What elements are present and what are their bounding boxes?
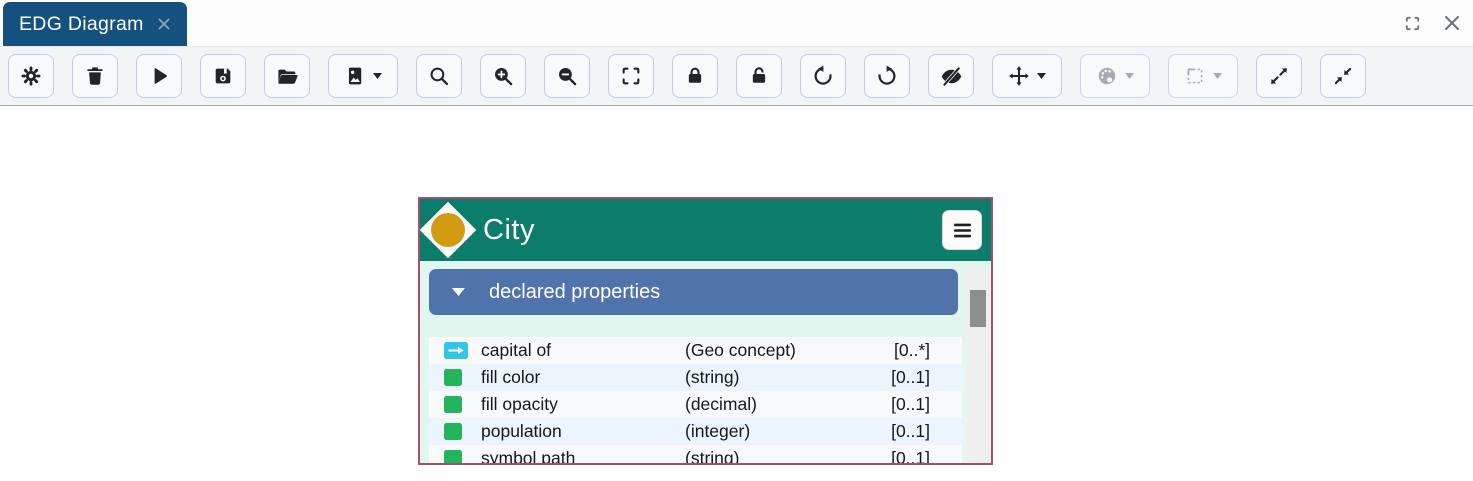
property-name: capital of xyxy=(481,340,685,361)
edg-diagram-window: EDG Diagram xyxy=(0,0,1473,480)
property-type: (Geo concept) xyxy=(685,340,894,361)
node-title: City xyxy=(483,214,535,247)
property-name: fill color xyxy=(481,367,685,388)
node-scrollbar[interactable] xyxy=(966,269,991,465)
dropdown-caret-icon xyxy=(1037,73,1046,79)
property-type: (integer) xyxy=(685,421,891,442)
redo-icon xyxy=(876,65,898,87)
property-name: population xyxy=(481,421,685,442)
property-cardinality: [0..1] xyxy=(891,394,962,415)
collapse-caret-icon[interactable] xyxy=(452,288,465,296)
property-type: (string) xyxy=(685,448,891,465)
hide-button[interactable] xyxy=(928,54,974,98)
unlock-button[interactable] xyxy=(736,54,782,98)
toolbar xyxy=(0,46,1473,106)
property-row-fill-color[interactable]: fill color (string) [0..1] xyxy=(429,364,962,391)
undo-icon xyxy=(812,65,834,87)
property-cardinality: [0..1] xyxy=(891,367,962,388)
node-body: declared properties capital of (Geo co xyxy=(420,269,991,465)
settings-button[interactable] xyxy=(8,54,54,98)
property-row-fill-opacity[interactable]: fill opacity (decimal) [0..1] xyxy=(429,391,962,418)
undo-button[interactable] xyxy=(800,54,846,98)
search-button[interactable] xyxy=(416,54,462,98)
play-icon xyxy=(148,65,170,87)
dropdown-caret-icon xyxy=(373,73,382,79)
dashed-square-icon xyxy=(1184,65,1206,87)
zoom-out-button[interactable] xyxy=(544,54,590,98)
zoom-in-button[interactable] xyxy=(480,54,526,98)
datatype-property-icon xyxy=(444,450,481,465)
property-row-capital-of[interactable]: capital of (Geo concept) [0..*] xyxy=(429,337,962,364)
arrows-collapse-icon xyxy=(1332,65,1354,87)
expand-all-button[interactable] xyxy=(1256,54,1302,98)
export-image-button[interactable] xyxy=(328,54,398,98)
gear-icon xyxy=(20,65,42,87)
diagram-canvas[interactable]: City declared properties xyxy=(0,106,1473,480)
unlock-icon xyxy=(748,65,770,87)
zoom-in-icon xyxy=(492,65,514,87)
window-expand-icon[interactable] xyxy=(1404,15,1421,32)
window-controls xyxy=(1404,0,1461,46)
tab-bar: EDG Diagram xyxy=(0,0,1473,46)
search-icon xyxy=(428,65,450,87)
open-button[interactable] xyxy=(264,54,310,98)
trash-icon xyxy=(84,65,106,87)
property-type: (string) xyxy=(685,367,891,388)
property-row-population[interactable]: population (integer) [0..1] xyxy=(429,418,962,445)
hamburger-icon xyxy=(953,223,972,238)
object-property-icon xyxy=(444,342,481,359)
tab-edg-diagram[interactable]: EDG Diagram xyxy=(3,2,187,46)
geo-concept-circle-icon xyxy=(424,206,472,254)
dropdown-caret-icon xyxy=(1125,73,1134,79)
arrows-expand-icon xyxy=(1268,65,1290,87)
move-button[interactable] xyxy=(992,54,1062,98)
run-button[interactable] xyxy=(136,54,182,98)
datatype-property-icon xyxy=(444,369,481,386)
property-row-symbol-path[interactable]: symbol path (string) [0..1] xyxy=(429,445,962,465)
node-city[interactable]: City declared properties xyxy=(418,197,993,465)
zoom-out-icon xyxy=(556,65,578,87)
property-cardinality: [0..1] xyxy=(891,421,962,442)
datatype-property-icon xyxy=(444,396,481,413)
eye-slash-icon xyxy=(940,65,963,88)
node-city-header[interactable]: City xyxy=(420,199,991,261)
property-type: (decimal) xyxy=(685,394,891,415)
section-label: declared properties xyxy=(489,281,660,304)
selection-style-button[interactable] xyxy=(1168,54,1238,98)
scrollbar-thumb[interactable] xyxy=(970,290,986,327)
datatype-property-icon xyxy=(444,423,481,440)
collapse-all-button[interactable] xyxy=(1320,54,1366,98)
property-cardinality: [0..*] xyxy=(894,340,962,361)
save-button[interactable] xyxy=(200,54,246,98)
dropdown-caret-icon xyxy=(1213,73,1222,79)
folder-open-icon xyxy=(276,65,299,88)
tab-close-icon[interactable] xyxy=(157,17,171,31)
color-button[interactable] xyxy=(1080,54,1150,98)
property-rows: capital of (Geo concept) [0..*] fill col… xyxy=(429,337,962,465)
fullscreen-icon xyxy=(620,65,642,87)
redo-button[interactable] xyxy=(864,54,910,98)
property-name: fill opacity xyxy=(481,394,685,415)
image-icon xyxy=(344,65,366,87)
geo-concept-diamond-icon xyxy=(420,202,477,259)
fit-to-screen-button[interactable] xyxy=(608,54,654,98)
arrows-move-icon xyxy=(1008,65,1030,87)
palette-icon xyxy=(1096,65,1118,87)
property-cardinality: [0..1] xyxy=(891,448,962,465)
window-close-icon[interactable] xyxy=(1443,14,1461,32)
floppy-save-icon xyxy=(212,65,234,87)
section-declared-properties[interactable]: declared properties xyxy=(429,269,958,315)
property-name: symbol path xyxy=(481,448,685,465)
lock-button[interactable] xyxy=(672,54,718,98)
tab-title: EDG Diagram xyxy=(19,13,144,36)
node-menu-button[interactable] xyxy=(942,210,982,250)
lock-icon xyxy=(684,65,706,87)
delete-button[interactable] xyxy=(72,54,118,98)
